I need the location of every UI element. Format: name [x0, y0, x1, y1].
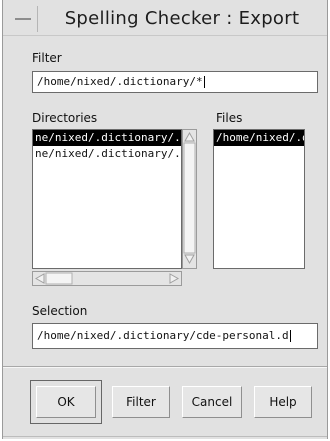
directory-item[interactable]: ne/nixed/.dictionary/..	[33, 146, 181, 162]
selection-input[interactable]: /home/nixed/.dictionary/cde-personal.d	[32, 323, 318, 349]
directories-list[interactable]: ne/nixed/.dictionary/. ne/nixed/.diction…	[32, 129, 182, 269]
scroll-right-arrow-icon[interactable]	[169, 273, 180, 284]
filter-input[interactable]: /home/nixed/.dictionary/*	[32, 71, 318, 93]
filter-input-text: /home/nixed/.dictionary/*	[37, 75, 203, 88]
scroll-down-arrow-icon[interactable]	[184, 254, 195, 265]
window-title: Spelling Checker : Export	[64, 8, 300, 29]
window-bottom-edge	[3, 436, 327, 437]
help-button[interactable]: Help	[254, 386, 312, 418]
window-menu-button[interactable]	[8, 6, 38, 32]
ok-button[interactable]: OK	[36, 386, 96, 418]
filter-button[interactable]: Filter	[112, 386, 170, 418]
selection-input-text: /home/nixed/.dictionary/cde-personal.d	[37, 329, 289, 342]
directories-hscroll-graphics	[34, 272, 180, 285]
title-bar[interactable]: Spelling Checker : Export	[3, 0, 327, 36]
scroll-left-arrow-icon[interactable]	[34, 273, 45, 284]
cancel-button[interactable]: Cancel	[182, 386, 242, 418]
separator	[3, 366, 327, 368]
directories-vertical-scrollbar[interactable]	[182, 129, 197, 269]
directories-label: Directories	[32, 111, 98, 125]
directories-vscroll-graphics	[183, 131, 196, 265]
files-label: Files	[216, 111, 243, 125]
text-cursor	[289, 330, 291, 342]
directory-item[interactable]: ne/nixed/.dictionary/.	[33, 130, 181, 146]
directories-hscroll-thumb[interactable]	[45, 272, 73, 285]
filter-label: Filter	[32, 51, 62, 65]
dialog-window: Spelling Checker : Export Filter /home/n…	[2, 0, 328, 439]
files-list[interactable]: /home/nixed/.d	[213, 129, 305, 269]
file-item[interactable]: /home/nixed/.d	[214, 130, 304, 146]
text-cursor	[203, 76, 205, 88]
directories-horizontal-scrollbar[interactable]	[32, 271, 182, 286]
selection-label: Selection	[32, 304, 88, 318]
scroll-up-arrow-icon[interactable]	[184, 131, 195, 142]
window-menu-icon	[15, 18, 31, 20]
directories-vscroll-thumb[interactable]	[183, 142, 196, 254]
